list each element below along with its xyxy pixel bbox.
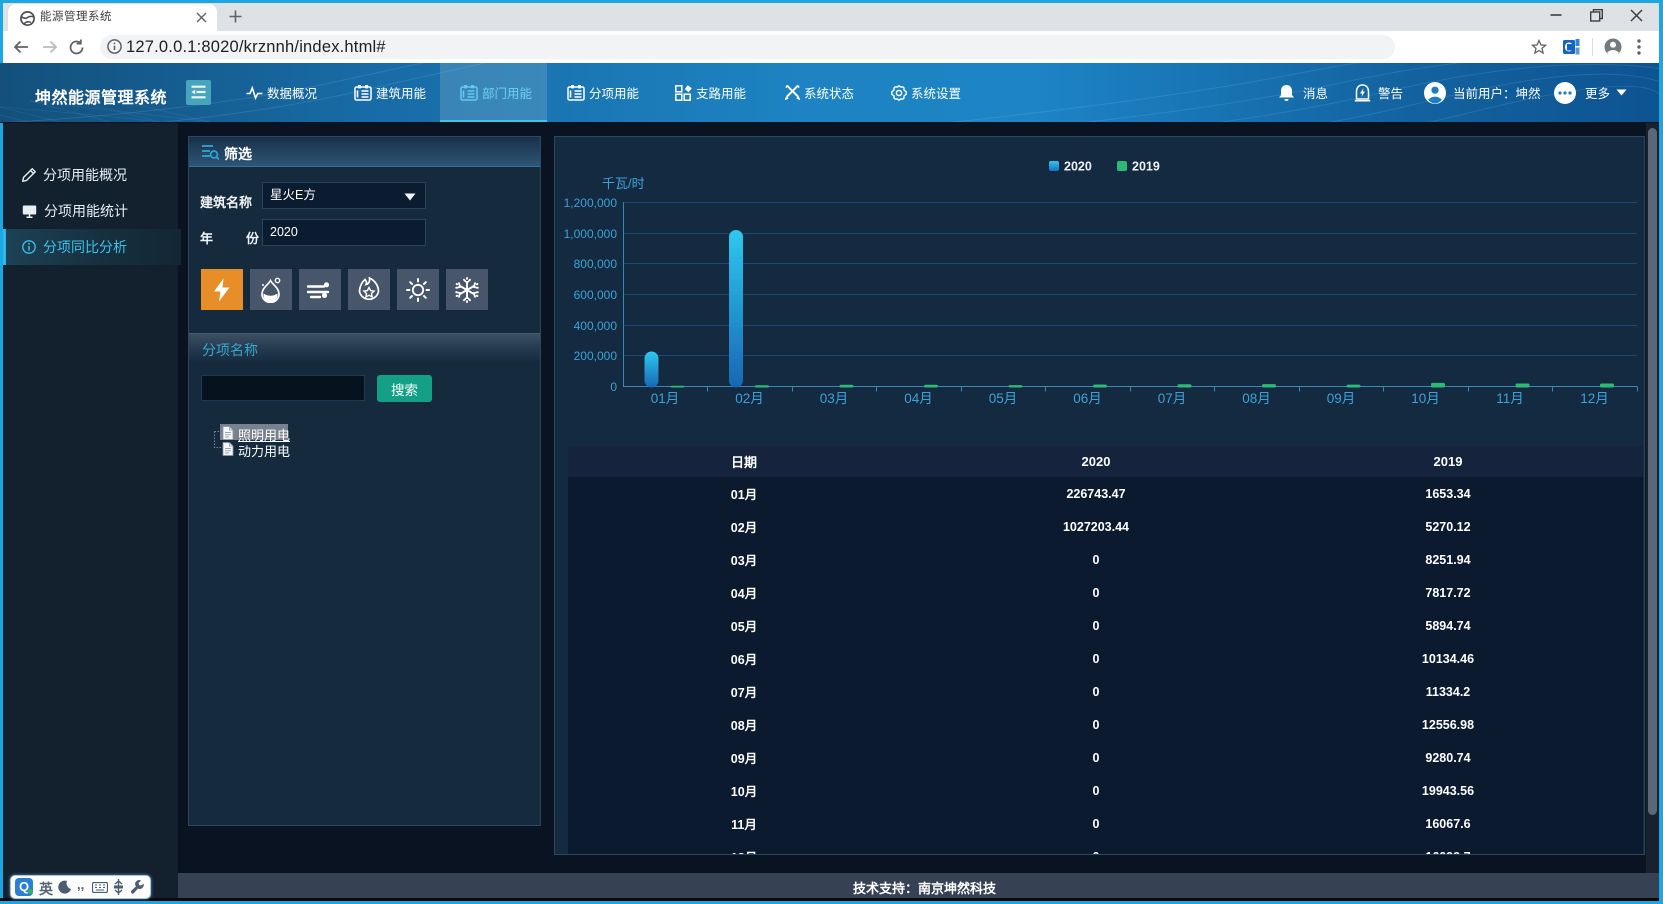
svg-text:800,000: 800,000 bbox=[574, 257, 618, 271]
svg-text:06月: 06月 bbox=[1073, 391, 1102, 406]
svg-text:400,000: 400,000 bbox=[574, 319, 618, 333]
svg-text:12月: 12月 bbox=[1580, 391, 1609, 406]
svg-text:04月: 04月 bbox=[904, 391, 933, 406]
svg-text:2020: 2020 bbox=[1064, 160, 1092, 174]
svg-text:1,200,000: 1,200,000 bbox=[564, 196, 618, 210]
svg-text:600,000: 600,000 bbox=[574, 288, 618, 302]
svg-text:0: 0 bbox=[610, 380, 617, 394]
svg-text:2019: 2019 bbox=[1132, 160, 1160, 174]
svg-text:02月: 02月 bbox=[735, 391, 764, 406]
svg-text:1,000,000: 1,000,000 bbox=[564, 227, 618, 241]
svg-text:01月: 01月 bbox=[651, 391, 680, 406]
svg-text:03月: 03月 bbox=[820, 391, 849, 406]
svg-text:千瓦/时: 千瓦/时 bbox=[602, 176, 645, 191]
svg-text:11月: 11月 bbox=[1496, 391, 1524, 406]
svg-text:07月: 07月 bbox=[1158, 391, 1187, 406]
svg-text:08月: 08月 bbox=[1242, 391, 1271, 406]
svg-text:200,000: 200,000 bbox=[574, 349, 618, 363]
svg-text:05月: 05月 bbox=[989, 391, 1018, 406]
svg-text:10月: 10月 bbox=[1411, 391, 1440, 406]
svg-text:09月: 09月 bbox=[1327, 391, 1356, 406]
